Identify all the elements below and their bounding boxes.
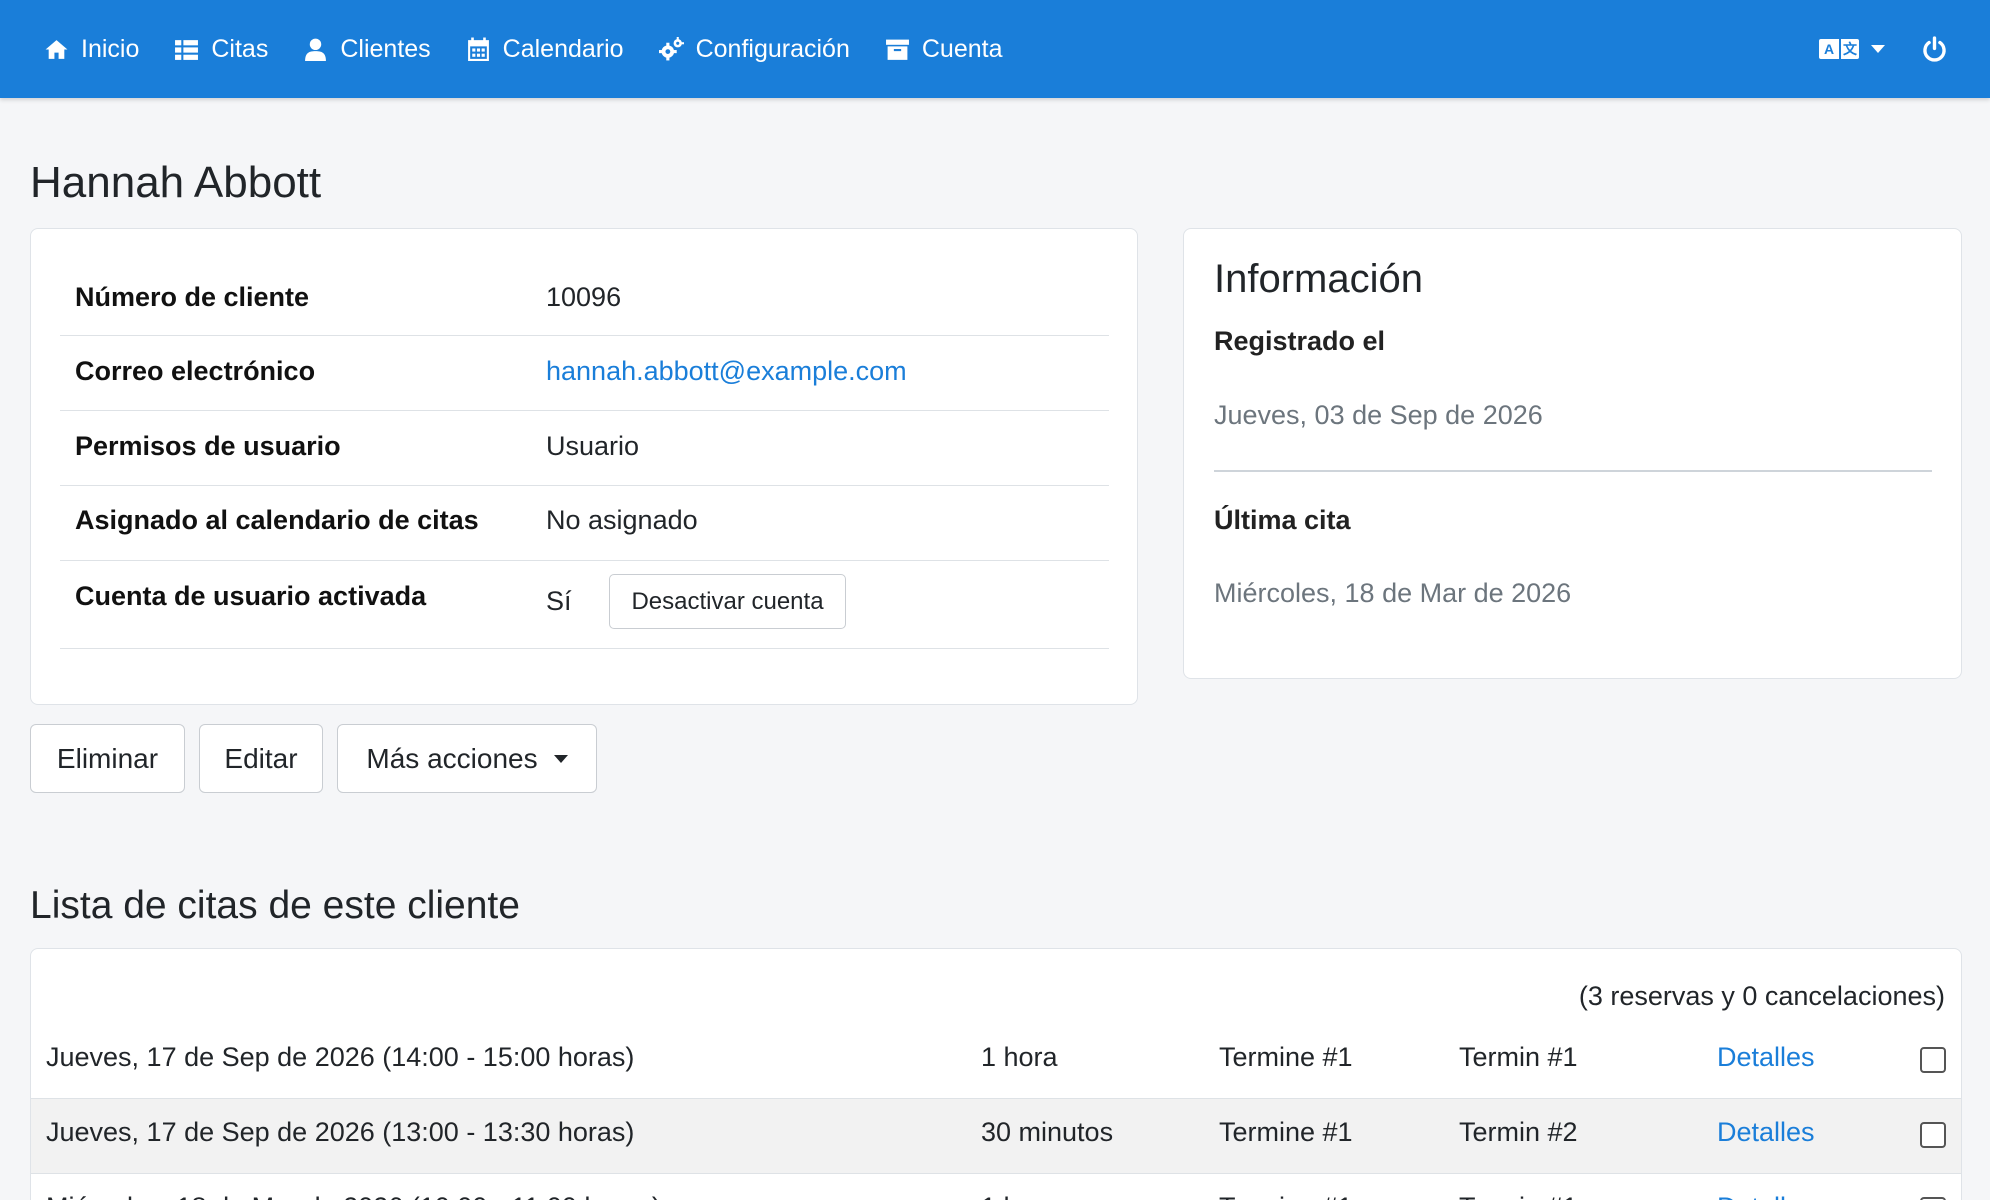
account-active-value: Sí xyxy=(546,586,572,616)
nav-item-citas[interactable]: Citas xyxy=(174,0,268,98)
appointment-date: Miércoles, 18 de Mar de 2026 (10:00 - 11… xyxy=(46,1192,661,1200)
details-link[interactable]: Detalles xyxy=(1717,1042,1815,1073)
power-icon xyxy=(1923,35,1946,62)
edit-button[interactable]: Editar xyxy=(199,724,323,793)
detail-label: Número de cliente xyxy=(75,282,310,312)
nav-item-cuenta[interactable]: Cuenta xyxy=(885,0,1003,98)
detail-label: Asignado al calendario de citas xyxy=(75,505,479,535)
detail-row-calendar: Asignado al calendario de citas No asign… xyxy=(60,486,1109,561)
top-navbar: Inicio Citas Clientes Calendario Configu… xyxy=(0,0,1990,98)
details-link[interactable]: Detalles xyxy=(1717,1117,1815,1148)
row-checkbox[interactable] xyxy=(1920,1047,1946,1073)
detail-label: Permisos de usuario xyxy=(75,431,341,461)
user-icon xyxy=(305,38,327,61)
more-actions-dropdown[interactable]: Más acciones xyxy=(337,724,597,793)
info-card: Información Registrado el Jueves, 03 de … xyxy=(1183,228,1962,679)
table-row: Jueves, 17 de Sep de 2026 (13:00 - 13:30… xyxy=(31,1099,1961,1174)
page-title: Hannah Abbott xyxy=(30,158,322,207)
detail-row-permissions: Permisos de usuario Usuario xyxy=(60,411,1109,486)
language-dropdown[interactable]: A文 xyxy=(1819,39,1885,59)
detail-label: Correo electrónico xyxy=(75,356,316,386)
nav-item-inicio[interactable]: Inicio xyxy=(44,0,139,98)
appointments-title: Lista de citas de este cliente xyxy=(30,884,520,927)
calendar-icon xyxy=(467,37,489,61)
appointment-date: Jueves, 17 de Sep de 2026 (14:00 - 15:00… xyxy=(46,1042,635,1072)
more-actions-label: Más acciones xyxy=(366,742,538,774)
client-number-value: 10096 xyxy=(546,282,622,312)
home-icon xyxy=(45,39,68,59)
nav-item-label: Inicio xyxy=(81,34,140,63)
nav-menu: Inicio Citas Clientes Calendario Configu… xyxy=(44,0,1037,98)
permissions-value: Usuario xyxy=(546,431,640,461)
deactivate-account-button[interactable]: Desactivar cuenta xyxy=(609,574,846,629)
appointment-duration: 1 hora xyxy=(981,1042,1058,1072)
divider xyxy=(1214,470,1932,472)
client-details-card: Número de cliente 10096 Correo electróni… xyxy=(30,228,1138,705)
detail-row-client-number: Número de cliente 10096 xyxy=(60,261,1109,336)
edit-button-label: Editar xyxy=(224,742,298,774)
nav-item-clientes[interactable]: Clientes xyxy=(303,0,431,98)
appointments-card: (3 reservas y 0 cancelaciones) Jueves, 1… xyxy=(30,948,1962,1200)
nav-item-label: Clientes xyxy=(340,34,431,63)
delete-button-label: Eliminar xyxy=(56,742,159,774)
table-row: Miércoles, 18 de Mar de 2026 (10:00 - 11… xyxy=(31,1174,1961,1200)
appointment-type: Termin #1 xyxy=(1459,1042,1578,1072)
nav-item-label: Citas xyxy=(211,34,269,63)
appointment-type: Termin #1 xyxy=(1459,1192,1578,1200)
row-checkbox[interactable] xyxy=(1920,1122,1946,1148)
appointment-date: Jueves, 17 de Sep de 2026 (13:00 - 13:30… xyxy=(46,1117,635,1147)
nav-item-label: Calendario xyxy=(502,34,624,63)
logout-button[interactable] xyxy=(1921,35,1948,63)
appointments-summary: (3 reservas y 0 cancelaciones) xyxy=(1578,981,1945,1011)
nav-right: A文 xyxy=(1819,0,1948,98)
archive-icon xyxy=(885,39,909,60)
page: Inicio Citas Clientes Calendario Configu… xyxy=(0,0,1990,1200)
appointment-duration: 1 hora xyxy=(981,1192,1058,1200)
cogs-icon xyxy=(658,36,684,60)
calendar-assignment-value: No asignado xyxy=(546,505,698,535)
detail-label: Cuenta de usuario activada xyxy=(75,581,427,611)
nav-item-calendario[interactable]: Calendario xyxy=(466,0,624,98)
table-row: Jueves, 17 de Sep de 2026 (14:00 - 15:00… xyxy=(31,1024,1961,1099)
nav-item-configuracion[interactable]: Configuración xyxy=(658,0,850,98)
details-link[interactable]: Detalles xyxy=(1717,1192,1815,1200)
nav-item-label: Cuenta xyxy=(921,34,1003,63)
email-link[interactable]: hannah.abbott@example.com xyxy=(546,356,907,387)
registered-label: Registrado el xyxy=(1214,326,1386,356)
delete-button[interactable]: Eliminar xyxy=(30,724,185,793)
registered-value: Jueves, 03 de Sep de 2026 xyxy=(1214,400,1543,430)
appointment-duration: 30 minutos xyxy=(981,1117,1114,1147)
chevron-down-icon xyxy=(1871,45,1885,53)
language-icon: A文 xyxy=(1819,39,1859,59)
appointment-type: Termin #2 xyxy=(1459,1117,1578,1147)
appointment-calendar: Termine #1 xyxy=(1219,1042,1353,1072)
detail-row-account-active: Cuenta de usuario activada Sí xyxy=(60,561,1109,649)
detail-row-email: Correo electrónico hannah.abbott@example… xyxy=(60,336,1109,411)
appointment-calendar: Termine #1 xyxy=(1219,1117,1353,1147)
last-appointment-value: Miércoles, 18 de Mar de 2026 xyxy=(1214,578,1572,608)
appointment-calendar: Termine #1 xyxy=(1219,1192,1353,1200)
chevron-down-icon xyxy=(553,754,568,763)
info-title: Información xyxy=(1214,257,1423,301)
nav-item-label: Configuración xyxy=(695,34,850,63)
list-icon xyxy=(175,39,199,60)
last-appointment-label: Última cita xyxy=(1214,505,1351,535)
